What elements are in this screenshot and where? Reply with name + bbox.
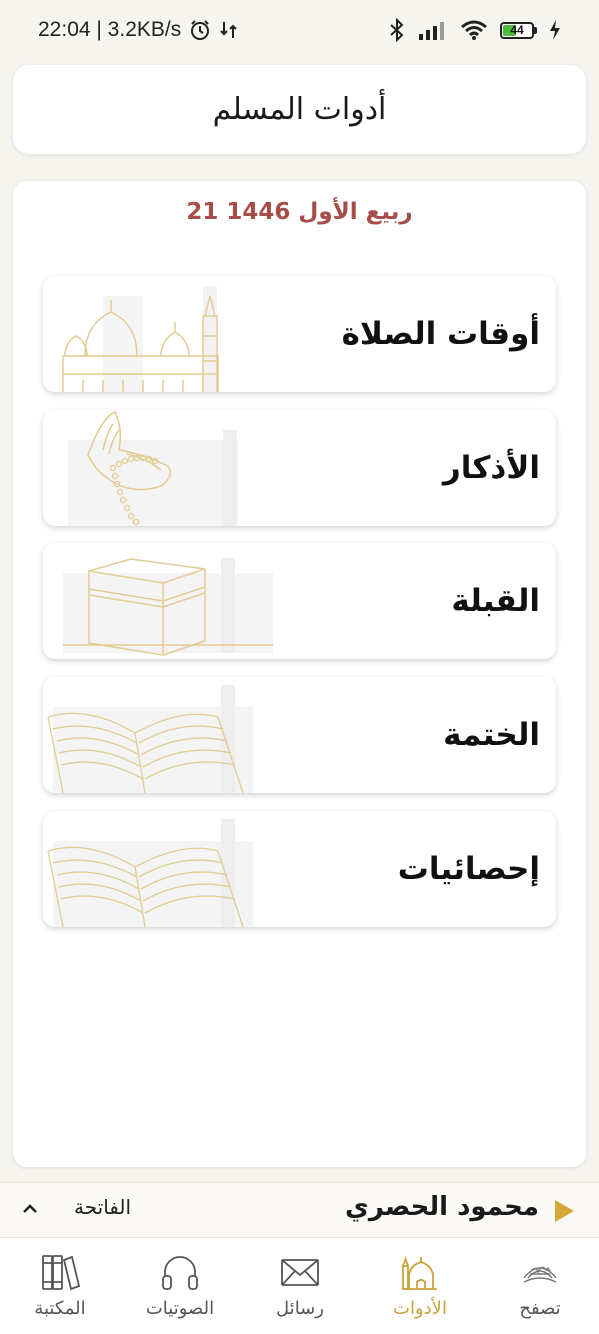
open-quran-illustration: [47, 819, 253, 927]
mosque-illustration: [62, 286, 219, 392]
battery-cap: [534, 26, 537, 34]
alarm-icon: [191, 20, 210, 40]
status-right: 44: [388, 18, 561, 42]
status-left: 22:04 | 3.2KB/s: [38, 18, 241, 42]
tool-label: الختمة: [443, 717, 540, 753]
nav-item-browse[interactable]: تصفح: [480, 1238, 599, 1334]
tools-card: 21 ربيع الأول 1446 أوقات الصلاة الأذكار …: [13, 181, 586, 1167]
wifi-icon: [461, 20, 487, 40]
nav-item-library[interactable]: المكتبة: [0, 1238, 120, 1334]
tool-statistics[interactable]: إحصائيات: [43, 811, 556, 927]
data-transfer-icon: [220, 22, 237, 38]
nav-label: تصفح: [519, 1298, 561, 1319]
nav-label: الأدوات: [393, 1298, 447, 1319]
kaaba-illustration: [63, 558, 273, 656]
status-bar: 22:04 | 3.2KB/s 44: [0, 0, 599, 56]
nav-label: الصوتيات: [145, 1298, 215, 1319]
envelope-icon: [281, 1259, 319, 1286]
signal-icon: [419, 22, 444, 40]
player-surah: الفاتحة: [74, 1195, 132, 1219]
chevron-up-icon[interactable]: [16, 1195, 44, 1223]
tool-khatma[interactable]: الختمة: [43, 677, 556, 793]
battery-level: 44: [510, 22, 524, 37]
bluetooth-icon: [390, 18, 404, 42]
tool-label: القبلة: [451, 583, 540, 619]
books-icon: [42, 1255, 80, 1291]
prayer-hands-illustration: [68, 411, 238, 526]
nav-label: المكتبة: [34, 1298, 86, 1319]
header-card: أدوات المسلم: [13, 65, 586, 154]
mosque-icon: [402, 1256, 437, 1290]
page-title: أدوات المسلم: [212, 92, 387, 127]
tool-prayer-times[interactable]: أوقات الصلاة: [43, 276, 556, 392]
play-icon[interactable]: [551, 1197, 577, 1225]
battery-body: 44: [500, 21, 534, 39]
nav-label: رسائل: [276, 1298, 324, 1319]
tool-label: أوقات الصلاة: [341, 316, 540, 352]
charging-icon: [550, 20, 560, 40]
tool-qibla[interactable]: القبلة: [43, 543, 556, 659]
open-quran-illustration: [47, 685, 253, 793]
status-time-speed: 22:04 | 3.2KB/s: [38, 18, 182, 41]
bottom-nav: المكتبة الصوتيات رسائل الأدوات تصفح: [0, 1237, 599, 1334]
tool-label: إحصائيات: [397, 851, 540, 887]
hijri-date: 21 ربيع الأول 1446: [186, 199, 413, 225]
mushaf-icon: [523, 1266, 557, 1283]
nav-item-tools[interactable]: الأدوات: [360, 1238, 480, 1334]
tool-adhkar[interactable]: الأذكار: [43, 410, 556, 526]
nav-item-audio[interactable]: الصوتيات: [120, 1238, 240, 1334]
audio-player-bar[interactable]: الفاتحة محمود الحصري: [0, 1182, 599, 1237]
tool-label: الأذكار: [442, 450, 540, 486]
battery-indicator: 44: [500, 21, 537, 39]
player-reciter: محمود الحصري: [345, 1192, 539, 1222]
headphones-icon: [162, 1256, 198, 1290]
nav-item-messages[interactable]: رسائل: [240, 1238, 360, 1334]
